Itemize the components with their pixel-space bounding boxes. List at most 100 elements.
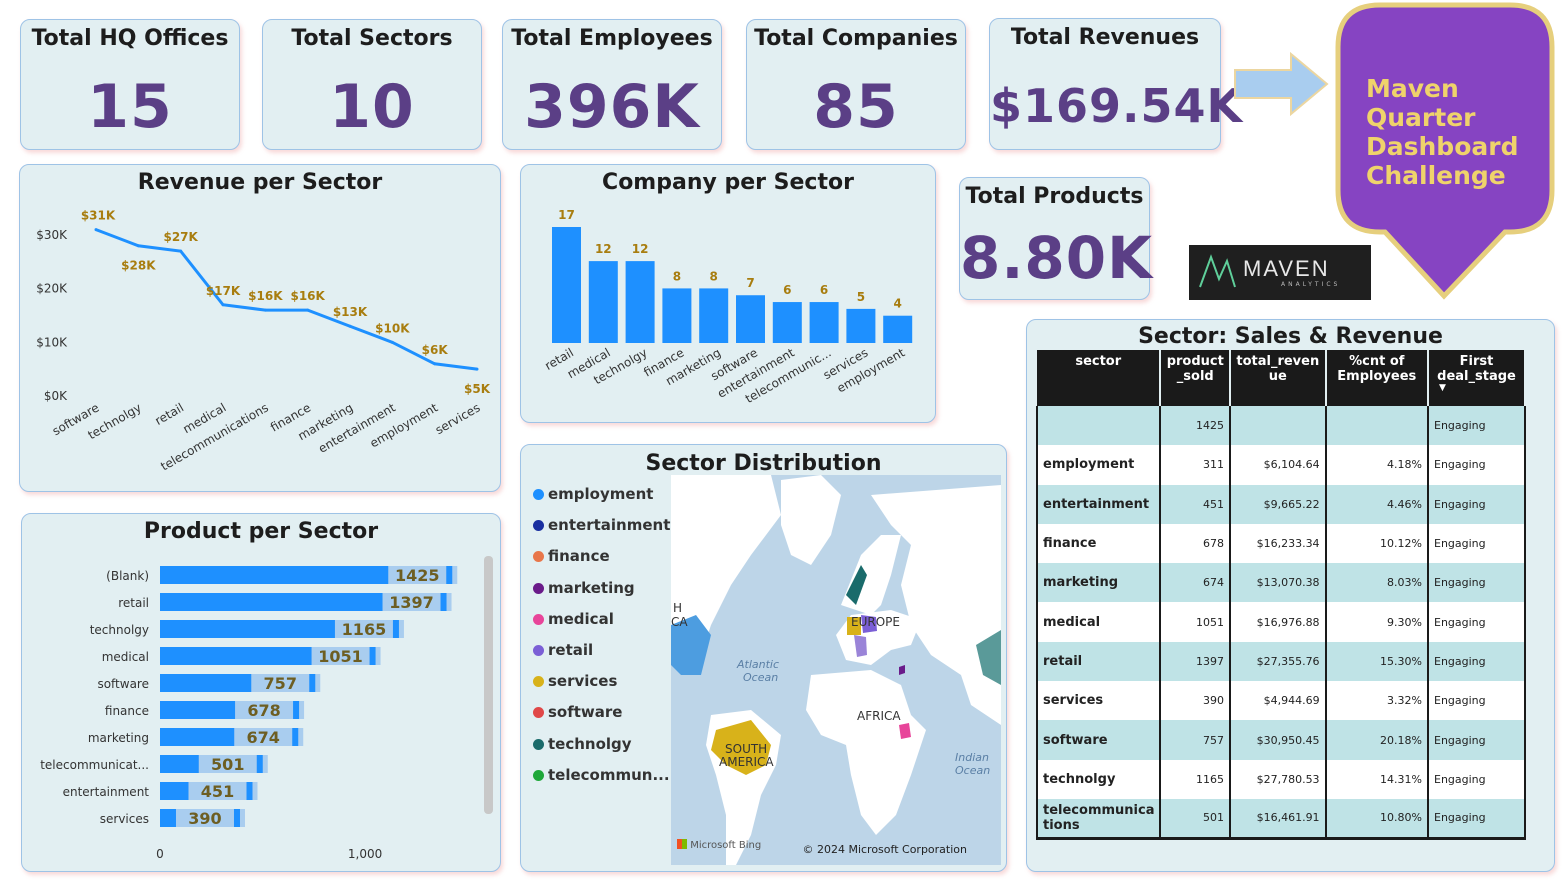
table-row[interactable]: technolgy 1165 $27,780.53 14.31% Engaging: [1035, 759, 1526, 799]
legend-dot-icon: [533, 613, 544, 625]
data-label: $17K: [206, 284, 241, 298]
legend-item[interactable]: marketing: [533, 579, 635, 597]
y-tick-label: software: [97, 677, 149, 691]
legend-item[interactable]: services: [533, 672, 617, 690]
legend-item[interactable]: entertainment: [533, 516, 670, 534]
kpi-title: Total Companies: [754, 26, 958, 51]
kpi-card-employees: Total Employees 396K: [502, 19, 722, 150]
data-label: $6K: [422, 343, 449, 357]
table-row[interactable]: entertainment 451 $9,665.22 4.46% Engaging: [1035, 484, 1526, 524]
table-row[interactable]: medical 1051 $16,976.88 9.30% Engaging: [1035, 602, 1526, 642]
table-row[interactable]: services 390 $4,944.69 3.32% Engaging: [1035, 681, 1526, 721]
world-map[interactable]: [671, 475, 1001, 865]
revenue-line-chart: $0K $10K $20K $30K $31K $28K $27K $17K $16K $16K $…: [36, 209, 491, 474]
legend-item[interactable]: technolgy: [533, 735, 632, 753]
table-row[interactable]: employment 311 $6,104.64 4.18% Engaging: [1035, 445, 1526, 485]
company-bar: [772, 302, 802, 343]
x-tick-label: services: [433, 400, 483, 437]
legend-dot-icon: [533, 769, 544, 781]
cell-deal-stage: Engaging: [1428, 602, 1526, 642]
cell-pct-employees: 10.12%: [1325, 523, 1430, 564]
kpi-value: $169.54K: [990, 79, 1244, 133]
map-label: CA: [671, 615, 688, 629]
column-header-total-revenue[interactable]: total_reven ue: [1230, 350, 1327, 406]
company-bar: [736, 295, 765, 343]
legend-dot-icon: [533, 520, 544, 532]
data-point: [221, 303, 225, 307]
scrollbar[interactable]: [484, 556, 493, 814]
map-canvas[interactable]: EUROPE AFRICA SOUTH AMERICA Atlantic Oce…: [671, 475, 1001, 865]
header-label: First deal_stage: [1437, 354, 1516, 384]
map-label: SOUTH: [725, 742, 768, 756]
data-label: 757: [264, 674, 297, 693]
kpi-card-revenues: Total Revenues $169.54K: [989, 18, 1244, 150]
column-header-product-sold[interactable]: product _sold: [1160, 350, 1232, 406]
table-row[interactable]: telecommunica tions 501 $16,461.91 10.80% En…: [1035, 798, 1526, 840]
table-row[interactable]: retail 1397 $27,355.76 15.30% Engaging: [1035, 641, 1526, 682]
cell-sector: technolgy: [1035, 759, 1162, 799]
revenue-line: [95, 228, 478, 371]
kpi-title: Total Revenues: [1010, 25, 1200, 50]
cell-deal-stage: Engaging: [1428, 484, 1526, 524]
data-label: 674: [247, 728, 280, 747]
legend-item[interactable]: retail: [533, 641, 593, 659]
data-label: 451: [201, 782, 234, 801]
kpi-title: Total HQ Offices: [31, 26, 229, 51]
data-label: 12: [595, 242, 612, 256]
map-copyright: © 2024 Microsoft Corporation: [802, 843, 967, 856]
data-label: 678: [247, 701, 280, 720]
data-label: 501: [211, 755, 244, 774]
cell-deal-stage: Engaging: [1428, 759, 1526, 799]
data-point: [136, 244, 140, 248]
column-header-sector[interactable]: sector: [1037, 350, 1162, 406]
table-row[interactable]: finance 678 $16,233.34 10.12% Engaging: [1035, 523, 1526, 564]
sort-descending-icon[interactable]: ▼: [1398, 384, 1487, 393]
y-tick-label: technolgy: [90, 623, 149, 637]
data-label: $16K: [248, 289, 283, 303]
product-per-sector-panel: Product per Sector (Blank) 1425 retail 1397…: [21, 513, 501, 872]
data-label: 12: [632, 242, 649, 256]
legend-item[interactable]: software: [533, 703, 622, 721]
data-label: $31K: [81, 209, 116, 223]
legend-label: employment: [548, 485, 654, 503]
map-label: Atlantic: [737, 658, 780, 671]
cell-product-sold: 451: [1160, 484, 1232, 524]
legend-item[interactable]: finance: [533, 547, 610, 565]
y-tick-label: $0K: [44, 389, 68, 403]
y-tick-label: services: [100, 812, 149, 826]
table-row[interactable]: marketing 674 $13,070.38 8.03% Engaging: [1035, 563, 1526, 603]
data-label: 1397: [389, 593, 434, 612]
kpi-value: 8.80K: [960, 224, 1154, 292]
company-bar-chart: 17retail12medical12technolgy8finance8mar…: [542, 208, 913, 406]
logo-text: MAVEN: [1243, 256, 1330, 281]
data-label: $5K: [464, 382, 491, 396]
legend-item[interactable]: employment: [533, 485, 653, 503]
legend-label: software: [548, 703, 623, 722]
table-row[interactable]: software 757 $30,950.45 20.18% Engaging: [1035, 720, 1526, 760]
column-header-pct-employees[interactable]: %cnt of Employees: [1325, 350, 1430, 406]
map-label: EUROPE: [851, 615, 900, 629]
map-label: H: [673, 601, 683, 615]
revenue-per-sector-panel: Revenue per Sector $0K $10K $20K $30K $31K $2…: [19, 164, 501, 492]
bing-logo: Microsoft Bing: [677, 839, 761, 851]
cell-pct-employees: 4.18%: [1325, 445, 1430, 485]
cell-total-revenue: $9,665.22: [1230, 484, 1327, 524]
kpi-value: 396K: [524, 72, 700, 142]
maven-logo-icon: [1199, 254, 1236, 288]
data-label: 390: [188, 809, 221, 828]
cell-deal-stage: Engaging: [1428, 406, 1526, 446]
legend-label: medical: [548, 609, 614, 628]
banner-line: Dashboard: [1366, 132, 1519, 161]
sector-sales-revenue-panel: Sector: Sales & Revenue sector product _…: [1026, 319, 1555, 872]
map-label: AMERICA: [719, 755, 774, 769]
column-header-deal-stage[interactable]: First deal_stage ▼: [1428, 350, 1526, 406]
legend-item[interactable]: medical: [533, 610, 614, 628]
cell-pct-employees: 20.18%: [1325, 720, 1430, 760]
table-row[interactable]: 1425 Engaging: [1035, 406, 1526, 446]
cell-total-revenue: $27,780.53: [1230, 759, 1327, 799]
legend-item[interactable]: telecommun...: [533, 766, 670, 784]
cell-product-sold: 390: [1160, 681, 1232, 721]
legend-label: technolgy: [548, 734, 632, 753]
legend-dot-icon: [533, 489, 544, 500]
legend-label: finance: [548, 547, 610, 566]
